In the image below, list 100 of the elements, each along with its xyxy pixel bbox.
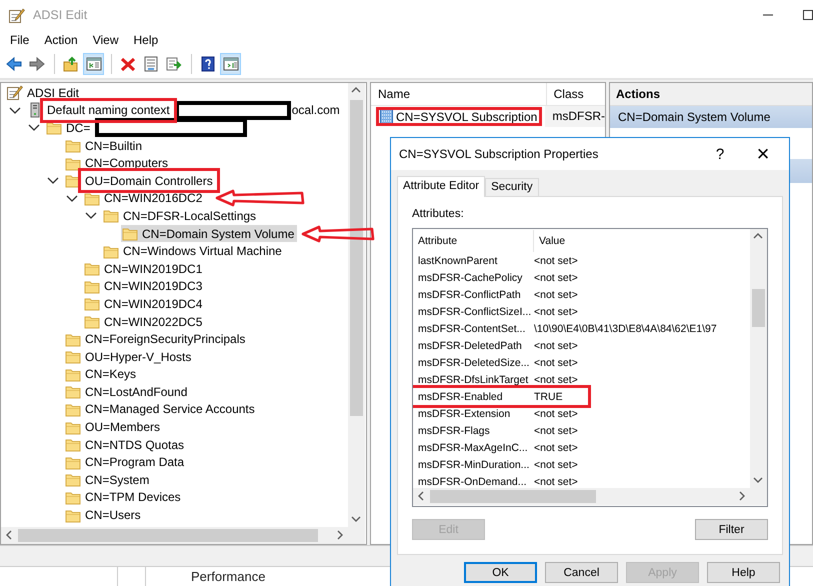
dialog-button[interactable]: OK <box>464 562 537 583</box>
column-header[interactable]: Class <box>546 83 605 105</box>
tree-item-text: ocal.com <box>292 103 340 118</box>
tree-item[interactable]: CN=Computers <box>64 154 172 172</box>
tree-item[interactable]: CN=Windows Virtual Machine <box>102 242 285 260</box>
scrollbar-thumb[interactable] <box>18 529 318 542</box>
folder-icon <box>84 314 100 330</box>
dialog-button[interactable]: Help <box>707 562 780 583</box>
folder-icon <box>103 244 119 259</box>
tree-item[interactable]: CN=WIN2019DC3 <box>83 278 206 295</box>
horizontal-scrollbar[interactable] <box>413 488 750 505</box>
column-header[interactable]: Value <box>534 230 734 252</box>
table-cell: msDFSR- <box>545 106 605 127</box>
toolbar-button[interactable] <box>220 53 241 75</box>
attribute-value: TRUE <box>534 390 563 402</box>
attribute-value: <not set> <box>534 356 578 368</box>
dialog-title: CN=SYSVOL Subscription Properties <box>398 147 600 161</box>
attribute-name: msDFSR-MinDuration... <box>417 458 530 470</box>
tree-item[interactable]: CN=LostAndFound <box>64 383 190 400</box>
attribute-name: msDFSR-ConflictPath <box>417 288 522 300</box>
folder-icon <box>46 120 62 136</box>
tree-item[interactable]: CN=Managed Service Accounts <box>64 400 258 418</box>
tree-item[interactable]: CN=Keys <box>64 366 140 383</box>
tree-item[interactable]: Default naming context <box>26 102 173 119</box>
folder-icon <box>65 384 81 400</box>
tree-item[interactable]: OU=Members <box>64 418 164 436</box>
attribute-value: <not set> <box>534 408 578 420</box>
folder-icon <box>84 296 100 312</box>
export-icon <box>166 56 182 72</box>
actions-header: Actions <box>610 83 812 106</box>
attributes-label: Attributes: <box>412 208 465 222</box>
tree-item[interactable]: ADSI Edit <box>5 84 82 102</box>
forward-icon <box>28 56 44 72</box>
folder-up-icon <box>62 56 78 72</box>
toolbar-button[interactable] <box>83 53 104 75</box>
attribute-value: <not set> <box>534 424 578 436</box>
scrollbar-thumb[interactable] <box>430 490 596 503</box>
folder-icon <box>122 226 138 242</box>
attribute-name: msDFSR-DeletedSize... <box>417 356 530 368</box>
folder-icon <box>65 508 81 523</box>
folder-icon <box>84 278 100 294</box>
list-item-name[interactable]: CN=SYSVOL Subscription <box>396 110 538 124</box>
panel-icon <box>222 56 238 72</box>
folder-icon <box>103 208 119 224</box>
tree-item[interactable]: CN=WIN2019DC1 <box>83 260 206 278</box>
attribute-value: <not set> <box>534 340 578 352</box>
tree-item[interactable]: CN=NTDS Quotas <box>64 436 188 454</box>
properties-icon <box>142 56 158 72</box>
help-icon <box>200 56 216 72</box>
folder-icon <box>65 332 81 347</box>
folder-icon <box>65 349 81 364</box>
menu-item[interactable]: View <box>86 33 126 47</box>
column-header[interactable]: Attribute <box>413 230 534 252</box>
tree-item[interactable]: CN=Program Data <box>64 454 188 471</box>
scrollbar-thumb[interactable] <box>752 289 765 327</box>
folder-icon <box>65 454 81 470</box>
tree-item[interactable]: CN=WIN2016DC2 <box>83 190 206 207</box>
folder-icon <box>65 472 81 488</box>
attribute-value: <not set> <box>534 272 578 284</box>
tree-item[interactable]: CN=WIN2022DC5 <box>83 313 206 330</box>
tree-item[interactable]: OU=Hyper-V_Hosts <box>64 348 194 366</box>
attribute-value: <not set> <box>534 288 578 300</box>
tree-item[interactable]: CN=TPM Devices <box>64 488 184 506</box>
attribute-name: msDFSR-DeletedPath <box>417 340 523 352</box>
attribute-name: msDFSR-Enabled <box>417 390 504 402</box>
column-header[interactable]: Name <box>371 83 547 105</box>
tree-item[interactable]: CN=DFSR-LocalSettings <box>102 207 260 224</box>
tree-item[interactable]: CN=Builtin <box>64 137 146 154</box>
attribute-name: msDFSR-Extension <box>417 408 512 420</box>
menu-item[interactable]: File <box>3 33 38 47</box>
menu-item[interactable]: Action <box>37 33 86 47</box>
close-button[interactable]: × <box>737 139 789 169</box>
filter-button[interactable]: Filter <box>695 519 768 540</box>
help-button[interactable]: ? <box>703 146 737 162</box>
tree-item[interactable]: CN=Users <box>64 506 144 524</box>
object-icon <box>380 109 393 124</box>
horizontal-scrollbar[interactable] <box>1 527 348 544</box>
app-icon <box>8 6 25 24</box>
folder-icon <box>84 190 100 206</box>
tree-item[interactable]: CN=WIN2019DC4 <box>83 295 206 312</box>
menu-item[interactable]: Help <box>126 33 166 47</box>
tree-item[interactable]: DC= <box>45 119 94 136</box>
vertical-scrollbar[interactable] <box>348 83 365 527</box>
tree-item[interactable]: CN=ForeignSecurityPrincipals <box>64 330 248 348</box>
scrollbar-thumb[interactable] <box>350 100 363 416</box>
dialog-button[interactable]: Cancel <box>545 562 618 583</box>
folder-icon <box>65 366 81 382</box>
tree-item[interactable]: OU=Domain Controllers <box>64 172 216 190</box>
attribute-value: <not set> <box>534 458 578 470</box>
attribute-name: lastKnownParent <box>417 254 498 266</box>
folder-icon <box>65 420 81 435</box>
attribute-name: msDFSR-CachePolicy <box>417 272 524 284</box>
tab[interactable]: Attribute Editor <box>397 176 486 197</box>
tree-item[interactable]: CN=Domain System Volume <box>121 225 298 242</box>
tree-item[interactable]: CN=System <box>64 471 152 488</box>
actions-section-header[interactable]: CN=Domain System Volume <box>610 106 812 128</box>
attribute-value: <not set> <box>534 476 578 488</box>
tab[interactable]: Security <box>485 178 539 196</box>
status-text: Performance <box>190 568 266 586</box>
vertical-scrollbar[interactable] <box>750 229 767 488</box>
